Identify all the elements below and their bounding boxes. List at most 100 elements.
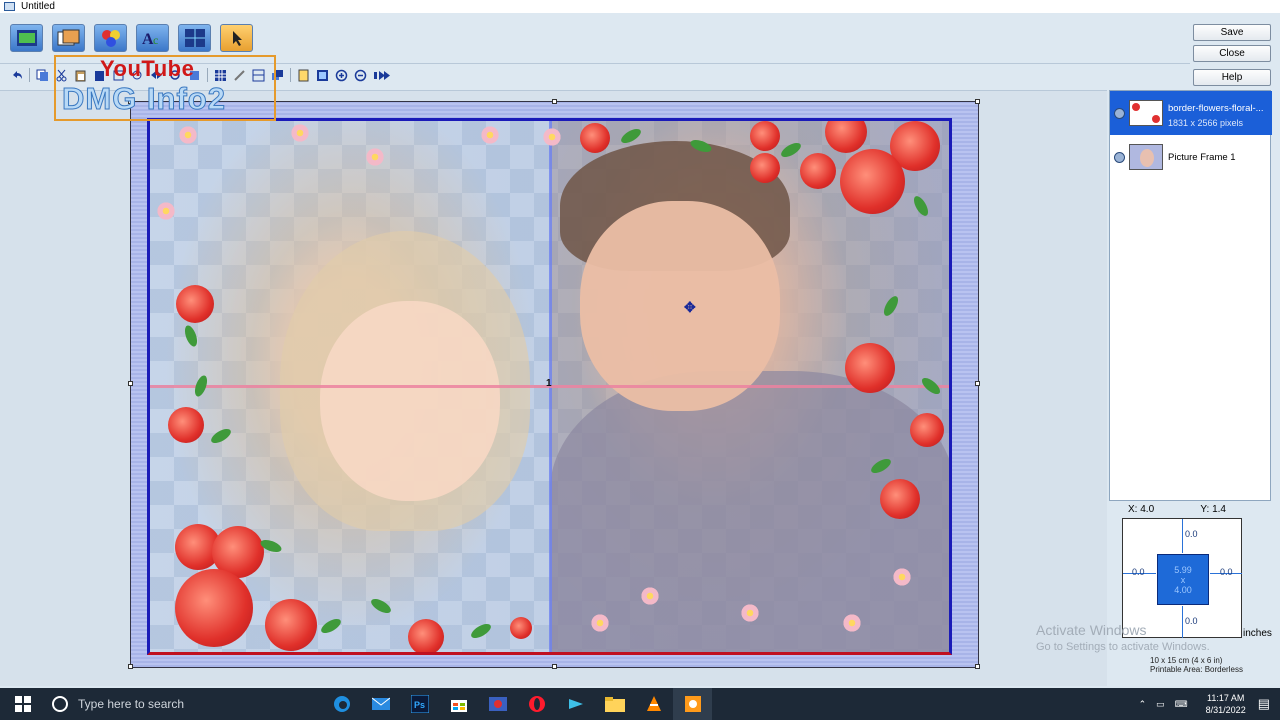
rose-decoration: [880, 479, 920, 519]
file-explorer-icon[interactable]: [595, 688, 634, 720]
windows-start-icon[interactable]: [0, 688, 46, 720]
daisy-decoration: [590, 613, 610, 633]
layer-name: Picture Frame 1: [1168, 151, 1236, 163]
close-button[interactable]: Close: [1193, 45, 1271, 62]
help-button[interactable]: Help: [1193, 69, 1271, 86]
notification-icon[interactable]: ▤: [1258, 696, 1270, 712]
photos-icon[interactable]: [52, 24, 85, 52]
photo-app-icon[interactable]: [478, 688, 517, 720]
photo-girl-face: [320, 301, 500, 501]
page-icon[interactable]: [297, 69, 310, 82]
top-margin-value: 0.0: [1185, 529, 1198, 539]
icecream-recorder-icon[interactable]: [673, 688, 712, 720]
size-separator: x: [1180, 574, 1186, 585]
daisy-decoration: [290, 123, 310, 143]
save-button[interactable]: Save: [1193, 24, 1271, 41]
rose-decoration: [800, 153, 836, 189]
guides-icon[interactable]: [178, 24, 211, 52]
position-box[interactable]: 0.0 0.0 0.0 0.0 5.99 x 4.00: [1122, 518, 1242, 638]
layer-thumbnail: [1129, 100, 1163, 126]
daisy-decoration: [542, 127, 562, 147]
keyboard-icon[interactable]: ⌨: [1175, 699, 1188, 710]
position-readout: X: 4.0 Y: 1.4: [1122, 504, 1242, 515]
zoom-out-icon[interactable]: [354, 69, 367, 82]
move-cursor-icon: ✥: [684, 299, 696, 315]
rose-decoration: [265, 599, 317, 651]
printable-area: Printable Area: Borderless: [1150, 665, 1243, 674]
window-title: Untitled: [21, 1, 55, 12]
rose-decoration: [840, 149, 905, 214]
resize-handle-top[interactable]: [552, 99, 557, 104]
daisy-decoration: [842, 613, 862, 633]
right-margin-value: 0.0: [1220, 567, 1233, 577]
main-toolbar: Ac: [10, 24, 253, 52]
layer-item-picture-frame[interactable]: Picture Frame 1: [1110, 135, 1272, 179]
object-height: 4.00: [1174, 584, 1192, 595]
svg-text:Ps: Ps: [414, 700, 425, 710]
layers-panel: border-flowers-floral-... 1831 x 2566 pi…: [1109, 90, 1272, 501]
resize-handle-right[interactable]: [975, 381, 980, 386]
edge-icon[interactable]: [322, 688, 361, 720]
search-placeholder: Type here to search: [78, 697, 185, 711]
resize-handle-left[interactable]: [128, 381, 133, 386]
bottom-margin-value: 0.0: [1185, 616, 1198, 626]
taskbar-search[interactable]: Type here to search: [46, 688, 322, 720]
system-tray: ⌃ ▭ ⌨ 11:17 AM 8/31/2022 ▤: [1139, 688, 1280, 720]
photoshop-icon[interactable]: Ps: [400, 688, 439, 720]
object-width: 5.99: [1174, 564, 1192, 575]
daisy-decoration: [892, 567, 912, 587]
clock[interactable]: 11:17 AM 8/31/2022: [1198, 692, 1254, 716]
resize-handle-top-right[interactable]: [975, 99, 980, 104]
rose-decoration: [168, 407, 204, 443]
activate-windows-subtitle: Go to Settings to activate Windows.: [1036, 641, 1210, 653]
network-icon[interactable]: ▭: [1156, 699, 1165, 710]
rose-decoration: [580, 123, 610, 153]
svg-text:c: c: [153, 33, 158, 47]
rose-decoration: [750, 121, 780, 151]
store-icon[interactable]: [439, 688, 478, 720]
daisy-decoration: [178, 125, 198, 145]
x-position: X: 4.0: [1128, 504, 1155, 515]
resize-handle-bottom-left[interactable]: [128, 664, 133, 669]
clock-date: 8/31/2022: [1205, 705, 1246, 715]
toolbar-divider: [29, 68, 30, 82]
paper-info: 10 x 15 cm (4 x 6 in) Printable Area: Bo…: [1150, 656, 1243, 674]
vlc-icon[interactable]: [634, 688, 673, 720]
photo-boy-face: [580, 201, 780, 411]
object-size-box[interactable]: 5.99 x 4.00: [1157, 554, 1209, 605]
zoom-in-icon[interactable]: [335, 69, 348, 82]
paper-size: 10 x 15 cm (4 x 6 in): [1150, 656, 1223, 665]
rose-decoration: [175, 569, 253, 647]
undo-icon[interactable]: [10, 69, 23, 82]
cortana-icon: [52, 696, 68, 712]
rose-decoration: [910, 413, 944, 447]
bottom-margin-arrow: [1182, 606, 1183, 638]
slideshow-icon[interactable]: [373, 69, 391, 82]
top-margin-arrow: [1182, 519, 1183, 553]
text-icon[interactable]: Ac: [136, 24, 169, 52]
y-position: Y: 1.4: [1200, 504, 1226, 515]
layout-icon[interactable]: [10, 24, 43, 52]
daisy-decoration: [740, 603, 760, 623]
rose-decoration: [750, 153, 780, 183]
resize-handle-bottom-right[interactable]: [975, 664, 980, 669]
clipart-icon[interactable]: [94, 24, 127, 52]
opera-icon[interactable]: [517, 688, 556, 720]
layer-item-border[interactable]: border-flowers-floral-... 1831 x 2566 pi…: [1110, 91, 1272, 135]
mail-icon[interactable]: [361, 688, 400, 720]
daisy-decoration: [156, 201, 176, 221]
activate-windows-title: Activate Windows: [1036, 622, 1147, 638]
copy-icon[interactable]: [36, 69, 49, 82]
unit-label: inches: [1243, 628, 1272, 639]
toolbar-divider: [290, 68, 291, 82]
fit-page-icon[interactable]: [316, 69, 329, 82]
tray-chevron-icon[interactable]: ⌃: [1139, 699, 1147, 710]
layer-visibility-toggle[interactable]: [1114, 151, 1125, 163]
frame-number: 1: [546, 378, 552, 389]
resize-handle-bottom[interactable]: [552, 664, 557, 669]
layer-visibility-toggle[interactable]: [1114, 107, 1125, 119]
rose-decoration: [510, 617, 532, 639]
downloader-icon[interactable]: [556, 688, 595, 720]
daisy-decoration: [480, 125, 500, 145]
pointer-icon[interactable]: [220, 24, 253, 52]
